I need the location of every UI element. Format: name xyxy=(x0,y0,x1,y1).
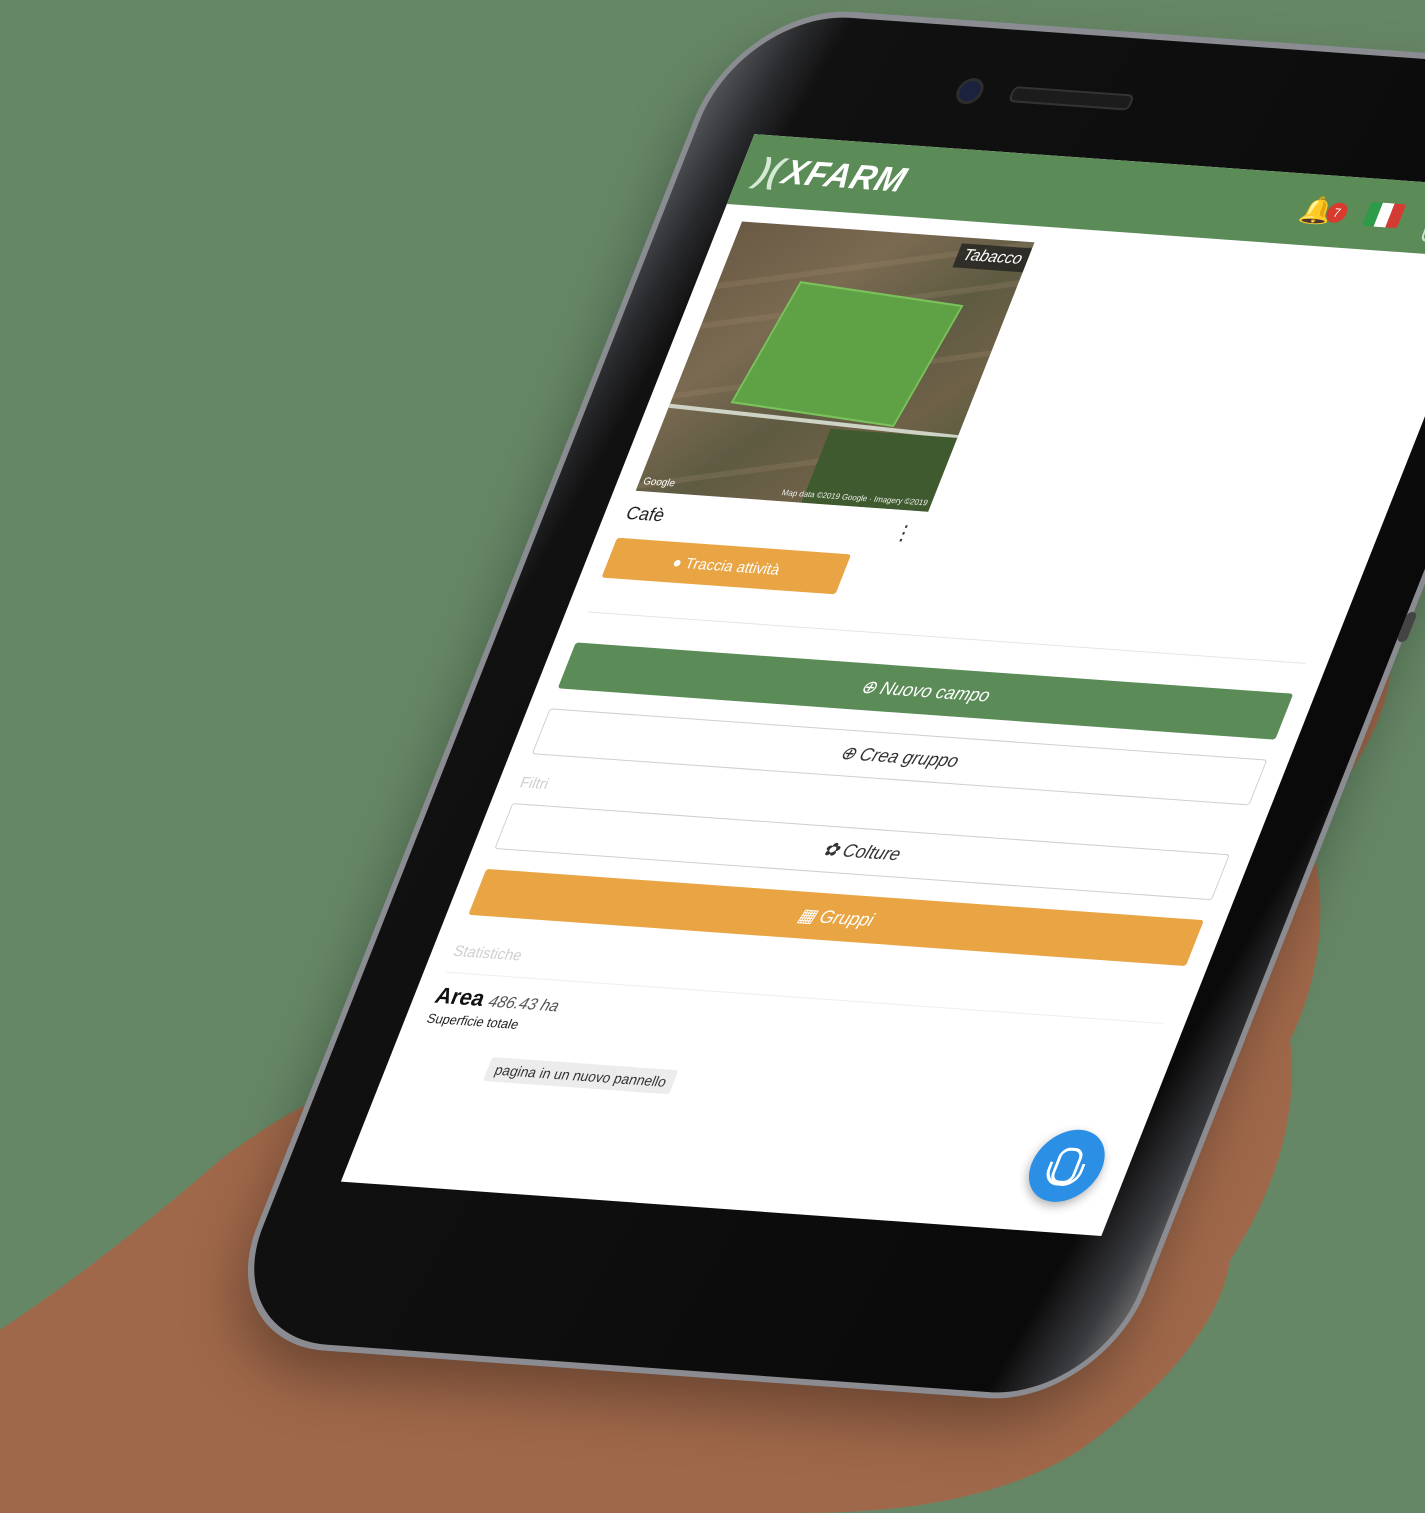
track-activity-button[interactable]: ● Traccia attività xyxy=(601,537,852,595)
field-name: Cafè xyxy=(623,502,669,526)
track-activity-label: Traccia attività xyxy=(682,554,783,579)
kebab-menu-icon[interactable]: ⋮ xyxy=(883,519,924,546)
groups-filter-label: Gruppi xyxy=(816,905,878,930)
phone-device: )(XFARM 🔔 7 Tabacco Google Map data ©201… xyxy=(219,10,1425,1400)
area-title: Area xyxy=(431,982,490,1011)
area-value: 486.43 ha xyxy=(485,993,562,1016)
leaf-icon: ✿ xyxy=(820,838,843,860)
logo-text: XFARM xyxy=(776,152,913,200)
crop-tag: Tabacco xyxy=(952,243,1033,273)
language-flag-icon[interactable] xyxy=(1361,201,1407,229)
create-group-label: Crea gruppo xyxy=(856,743,963,771)
notifications-button[interactable]: 🔔 7 xyxy=(1296,194,1351,227)
tooltip: pagina in un nuovo pannello xyxy=(482,1057,679,1095)
xfarm-logo[interactable]: )(XFARM xyxy=(751,151,913,200)
crops-filter-label: Colture xyxy=(839,839,905,864)
microphone-icon xyxy=(1048,1147,1086,1185)
grid-icon: ▦ xyxy=(795,904,820,926)
menu-icon[interactable] xyxy=(1419,195,1425,246)
new-field-label: Nuovo campo xyxy=(877,677,994,706)
google-attribution: Google xyxy=(641,476,677,490)
plus-circle-icon: ⊕ xyxy=(837,742,860,764)
field-polygon xyxy=(730,281,964,428)
plus-circle-icon: ⊕ xyxy=(857,675,881,697)
